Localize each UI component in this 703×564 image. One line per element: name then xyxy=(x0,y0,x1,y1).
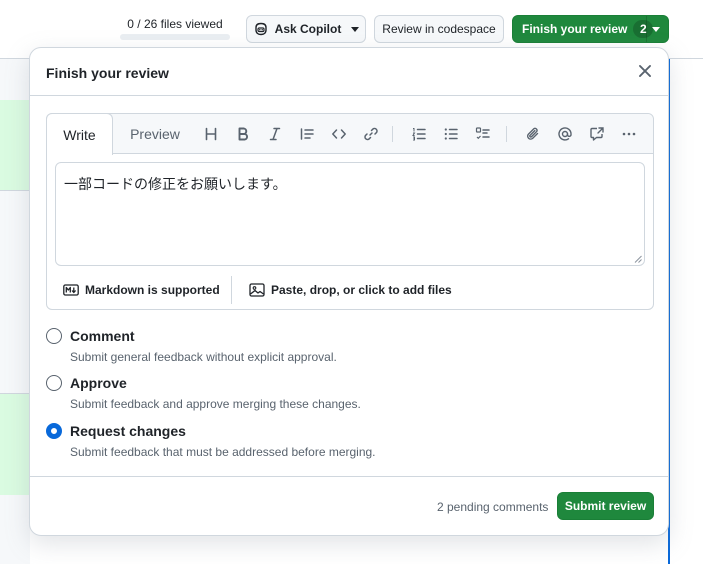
footer-divider xyxy=(231,276,232,304)
option-description: Submit general feedback without explicit… xyxy=(70,350,337,364)
tab-write[interactable]: Write xyxy=(46,113,113,155)
cross-reference-icon[interactable] xyxy=(586,123,608,145)
code-icon[interactable] xyxy=(328,123,350,145)
quote-icon[interactable] xyxy=(296,123,318,145)
chevron-down-icon[interactable] xyxy=(652,27,660,32)
bold-icon[interactable] xyxy=(232,123,254,145)
finish-review-button[interactable]: Finish your review 2 xyxy=(512,15,669,43)
option-label: Approve xyxy=(70,375,127,391)
option-description: Submit feedback and approve merging thes… xyxy=(70,397,361,411)
italic-icon[interactable] xyxy=(264,123,286,145)
dialog-footer-divider xyxy=(30,476,668,477)
review-in-codespace-button[interactable]: Review in codespace xyxy=(374,15,504,43)
add-files-button[interactable]: Paste, drop, or click to add files xyxy=(249,282,452,298)
toolbar-divider xyxy=(506,126,507,142)
editor-tabbar: Write Preview xyxy=(46,113,653,155)
editor-footer: Markdown is supported Paste, drop, or cl… xyxy=(47,272,653,310)
files-viewed-count: 0 / 26 files viewed xyxy=(127,17,223,31)
ask-copilot-label: Ask Copilot xyxy=(274,22,342,36)
markdown-icon xyxy=(63,284,79,296)
comment-textarea[interactable]: 一部コードの修正をお願いします。 xyxy=(55,162,645,266)
resize-grip-icon[interactable] xyxy=(634,255,642,263)
submit-review-button[interactable]: Submit review xyxy=(557,492,654,520)
heading-icon[interactable] xyxy=(200,123,222,145)
task-list-icon[interactable] xyxy=(472,123,494,145)
finish-review-label: Finish your review xyxy=(522,22,628,36)
option-label: Request changes xyxy=(70,423,186,439)
attach-icon[interactable] xyxy=(522,123,544,145)
pending-count-badge: 2 xyxy=(633,20,654,38)
files-viewed-progress-bar xyxy=(120,34,230,40)
ask-copilot-button[interactable]: Ask Copilot xyxy=(246,15,366,43)
more-icon[interactable] xyxy=(618,123,640,145)
option-description: Submit feedback that must be addressed b… xyxy=(70,445,376,459)
diff-row-divider xyxy=(0,190,30,191)
request-changes-radio[interactable] xyxy=(46,423,62,439)
mention-icon[interactable] xyxy=(554,123,576,145)
dialog-title: Finish your review xyxy=(46,65,169,81)
markdown-note: Markdown is supported xyxy=(85,283,220,297)
chevron-down-icon xyxy=(351,26,360,32)
markdown-supported-link[interactable]: Markdown is supported xyxy=(63,282,220,298)
approve-radio[interactable] xyxy=(46,375,62,391)
tab-preview[interactable]: Preview xyxy=(119,114,191,154)
finish-review-dialog: Finish your review Write Preview 一部コードの修… xyxy=(29,47,669,536)
button-divider xyxy=(646,16,647,42)
toolbar-divider xyxy=(392,126,393,142)
option-label: Comment xyxy=(70,328,135,344)
comment-radio[interactable] xyxy=(46,328,62,344)
link-icon[interactable] xyxy=(360,123,382,145)
copilot-icon xyxy=(254,22,267,36)
add-files-note: Paste, drop, or click to add files xyxy=(271,283,452,297)
dialog-header: Finish your review xyxy=(30,48,668,96)
pending-comments-count: 2 pending comments xyxy=(437,500,549,514)
unordered-list-icon[interactable] xyxy=(440,123,462,145)
diff-added-block xyxy=(0,393,30,495)
image-icon xyxy=(249,283,265,297)
comment-editor: Write Preview 一部コードの修正をお願いします。 Markdown … xyxy=(46,113,654,310)
diff-added-block xyxy=(0,100,30,190)
diff-row-divider xyxy=(0,393,30,394)
close-icon[interactable] xyxy=(636,62,654,80)
numbered-list-icon[interactable] xyxy=(408,123,430,145)
